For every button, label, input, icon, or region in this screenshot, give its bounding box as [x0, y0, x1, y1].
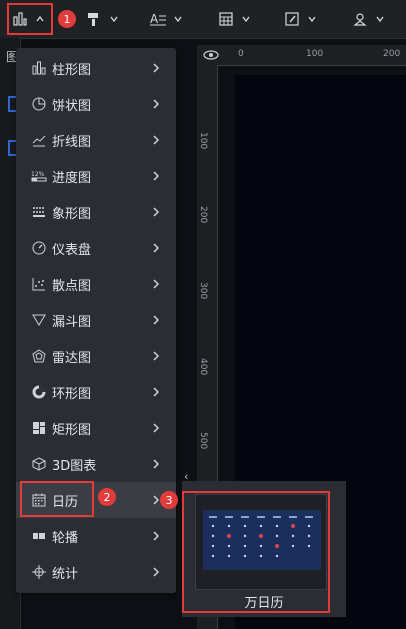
- chevron-right-icon: [152, 314, 160, 326]
- chevron-right-icon: [152, 278, 160, 290]
- menu-item-label: 进度图: [52, 170, 92, 186]
- ruler-left-tick: 200: [198, 206, 208, 224]
- chevron-right-icon: [152, 494, 160, 506]
- ruler-top-tick: 200: [383, 49, 401, 59]
- chevron-right-icon: [152, 566, 160, 578]
- chevron-down-icon: [374, 13, 386, 25]
- text-style-icon: A: [148, 9, 168, 29]
- statistics-icon: [30, 563, 48, 581]
- menu-item-treemap[interactable]: 矩形图: [16, 410, 176, 446]
- line-chart-icon: [30, 131, 48, 149]
- treemap-icon: [30, 419, 48, 437]
- menu-item-label: 3D图表: [52, 458, 97, 474]
- ring-chart-icon: [30, 383, 48, 401]
- chevron-right-icon: [152, 98, 160, 110]
- chevron-right-icon: [152, 350, 160, 362]
- chevron-down-icon: [306, 13, 318, 25]
- ruler-top-tick: 0: [238, 49, 244, 59]
- menu-item-3d-chart[interactable]: 3D图表: [16, 446, 176, 482]
- chevron-down-icon: [108, 13, 120, 25]
- pencil-icon: [282, 9, 302, 29]
- menu-item-statistics[interactable]: 统计: [16, 554, 176, 590]
- chevron-right-icon: [152, 134, 160, 146]
- menu-item-label: 仪表盘: [52, 242, 92, 258]
- table-grid-icon: [216, 9, 236, 29]
- menu-item-pie-chart[interactable]: 饼状图: [16, 86, 176, 122]
- pie-chart-icon: [30, 95, 48, 113]
- chevron-right-icon: [152, 62, 160, 74]
- annotation-box-toolbar: [7, 3, 53, 35]
- annotation-badge: 1: [58, 10, 76, 28]
- ruler-left-tick: 400: [198, 358, 208, 376]
- ruler-top: [197, 45, 406, 66]
- chevron-right-icon: [152, 386, 160, 398]
- chevron-right-icon: [152, 206, 160, 218]
- map-pin-icon: [350, 9, 370, 29]
- bar-chart-icon: [30, 59, 48, 77]
- progress-icon: 12%: [30, 167, 48, 185]
- cube-icon: [30, 455, 48, 473]
- scatter-icon: [30, 275, 48, 293]
- map-menu-button[interactable]: [350, 7, 386, 31]
- menu-item-gauge[interactable]: 仪表盘: [16, 230, 176, 266]
- menu-item-label: 统计: [52, 566, 79, 582]
- menu-item-label: 矩形图: [52, 422, 92, 438]
- menu-item-label: 折线图: [52, 134, 92, 150]
- eye-icon[interactable]: [202, 46, 219, 65]
- table-menu-button[interactable]: [216, 7, 252, 31]
- menu-item-label: 饼状图: [52, 98, 92, 114]
- ruler-left-tick: 500: [198, 432, 208, 450]
- menu-item-carousel[interactable]: 轮播: [16, 518, 176, 554]
- svg-text:12%: 12%: [31, 171, 45, 178]
- gauge-icon: [30, 239, 48, 257]
- annotation-badge: 3: [160, 491, 178, 509]
- ruler-left-tick: 300: [198, 282, 208, 300]
- menu-item-funnel[interactable]: 漏斗图: [16, 302, 176, 338]
- text-menu-button[interactable]: A: [148, 7, 184, 31]
- paint-roller-icon: [84, 9, 104, 29]
- menu-item-pictogram[interactable]: 象形图: [16, 194, 176, 230]
- ruler-top-tick: 100: [306, 49, 324, 59]
- menu-item-label: 象形图: [52, 206, 92, 222]
- chevron-right-icon: [152, 242, 160, 254]
- menu-item-label: 柱形图: [52, 62, 92, 78]
- chevron-down-icon: [240, 13, 252, 25]
- menu-item-label: 漏斗图: [52, 314, 92, 330]
- menu-item-label: 环形图: [52, 386, 92, 402]
- ruler-left-tick: 100: [198, 132, 208, 150]
- annotation-badge: 2: [98, 488, 116, 506]
- chevron-down-icon: [172, 13, 184, 25]
- ruler-corner[interactable]: [197, 45, 224, 65]
- chevron-right-icon: [152, 422, 160, 434]
- menu-item-radar[interactable]: 雷达图: [16, 338, 176, 374]
- carousel-icon: [30, 527, 48, 545]
- svg-text:A: A: [150, 12, 159, 26]
- menu-item-scatter[interactable]: 散点图: [16, 266, 176, 302]
- menu-item-label: 轮播: [52, 530, 79, 546]
- chevron-right-icon: [152, 458, 160, 470]
- menu-item-ring-chart[interactable]: 环形图: [16, 374, 176, 410]
- style-menu-button[interactable]: [84, 7, 120, 31]
- funnel-icon: [30, 311, 48, 329]
- chevron-right-icon: [152, 170, 160, 182]
- menu-item-label: 雷达图: [52, 350, 92, 366]
- annotation-box-calendar: [20, 481, 94, 517]
- radar-icon: [30, 347, 48, 365]
- menu-item-line-chart[interactable]: 折线图: [16, 122, 176, 158]
- menu-item-label: 散点图: [52, 278, 92, 294]
- chevron-right-icon: [152, 530, 160, 542]
- edit-menu-button[interactable]: [282, 7, 318, 31]
- menu-item-bar-chart[interactable]: 柱形图: [16, 50, 176, 86]
- pictogram-icon: [30, 203, 48, 221]
- menu-item-progress-chart[interactable]: 12% 进度图: [16, 158, 176, 194]
- annotation-box-submenu: [182, 491, 330, 613]
